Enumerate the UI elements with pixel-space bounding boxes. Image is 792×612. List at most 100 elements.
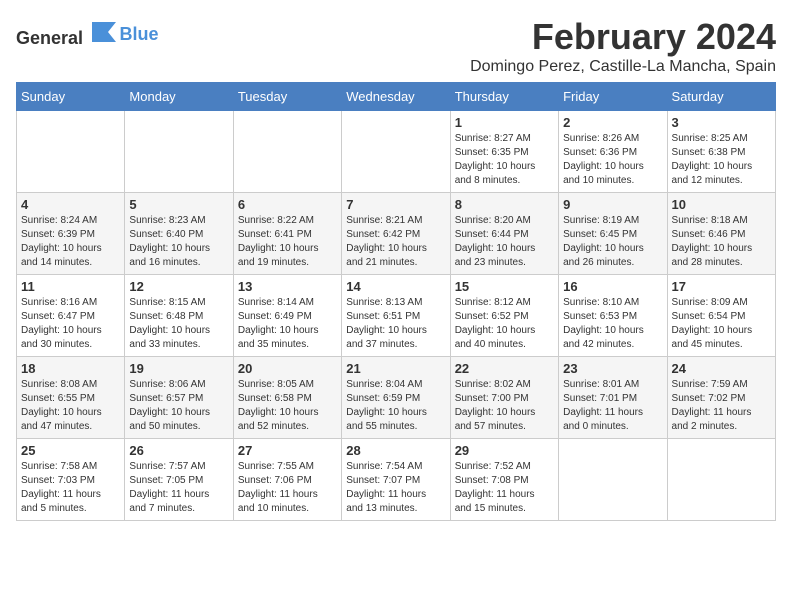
calendar-cell: 4 Sunrise: 8:24 AM Sunset: 6:39 PM Daylig… [17, 193, 125, 275]
day-number: 26 [129, 443, 228, 458]
week-row-4: 18 Sunrise: 8:08 AM Sunset: 6:55 PM Dayli… [17, 357, 776, 439]
calendar-cell [667, 439, 775, 521]
day-info: Sunrise: 8:19 AM Sunset: 6:45 PM Dayligh… [563, 214, 662, 270]
day-info: Sunrise: 7:55 AM Sunset: 7:06 PM Dayligh… [238, 460, 337, 516]
day-info: Sunrise: 8:09 AM Sunset: 6:54 PM Dayligh… [672, 296, 771, 352]
calendar-cell: 18 Sunrise: 8:08 AM Sunset: 6:55 PM Dayli… [17, 357, 125, 439]
calendar-cell: 27 Sunrise: 7:55 AM Sunset: 7:06 PM Dayli… [233, 439, 341, 521]
weekday-tuesday: Tuesday [233, 83, 341, 111]
logo: General Blue [16, 20, 159, 49]
calendar-cell: 13 Sunrise: 8:14 AM Sunset: 6:49 PM Dayli… [233, 275, 341, 357]
calendar-cell [125, 111, 233, 193]
calendar-cell: 14 Sunrise: 8:13 AM Sunset: 6:51 PM Dayli… [342, 275, 450, 357]
calendar-cell [559, 439, 667, 521]
calendar-cell [233, 111, 341, 193]
day-number: 13 [238, 279, 337, 294]
day-number: 10 [672, 197, 771, 212]
day-number: 18 [21, 361, 120, 376]
day-info: Sunrise: 8:12 AM Sunset: 6:52 PM Dayligh… [455, 296, 554, 352]
week-row-5: 25 Sunrise: 7:58 AM Sunset: 7:03 PM Dayli… [17, 439, 776, 521]
weekday-thursday: Thursday [450, 83, 558, 111]
calendar-cell: 11 Sunrise: 8:16 AM Sunset: 6:47 PM Dayli… [17, 275, 125, 357]
day-number: 15 [455, 279, 554, 294]
day-number: 5 [129, 197, 228, 212]
day-info: Sunrise: 8:01 AM Sunset: 7:01 PM Dayligh… [563, 378, 662, 434]
calendar-cell: 22 Sunrise: 8:02 AM Sunset: 7:00 PM Dayli… [450, 357, 558, 439]
week-row-1: 1Sunrise: 8:27 AM Sunset: 6:35 PM Daylig… [17, 111, 776, 193]
day-number: 11 [21, 279, 120, 294]
calendar-cell: 5 Sunrise: 8:23 AM Sunset: 6:40 PM Daylig… [125, 193, 233, 275]
day-info: Sunrise: 8:04 AM Sunset: 6:59 PM Dayligh… [346, 378, 445, 434]
day-info: Sunrise: 8:25 AM Sunset: 6:38 PM Dayligh… [672, 132, 771, 188]
calendar-cell: 7 Sunrise: 8:21 AM Sunset: 6:42 PM Daylig… [342, 193, 450, 275]
day-number: 22 [455, 361, 554, 376]
day-info: Sunrise: 7:57 AM Sunset: 7:05 PM Dayligh… [129, 460, 228, 516]
calendar-cell: 16Sunrise: 8:10 AM Sunset: 6:53 PM Dayli… [559, 275, 667, 357]
calendar-cell [342, 111, 450, 193]
day-info: Sunrise: 8:23 AM Sunset: 6:40 PM Dayligh… [129, 214, 228, 270]
calendar-cell: 28 Sunrise: 7:54 AM Sunset: 7:07 PM Dayli… [342, 439, 450, 521]
logo-flag-icon [90, 20, 118, 44]
calendar-cell: 10 Sunrise: 8:18 AM Sunset: 6:46 PM Dayli… [667, 193, 775, 275]
weekday-sunday: Sunday [17, 83, 125, 111]
day-info: Sunrise: 7:59 AM Sunset: 7:02 PM Dayligh… [672, 378, 771, 434]
day-number: 14 [346, 279, 445, 294]
day-number: 3 [672, 115, 771, 130]
calendar-cell: 17Sunrise: 8:09 AM Sunset: 6:54 PM Dayli… [667, 275, 775, 357]
week-row-2: 4 Sunrise: 8:24 AM Sunset: 6:39 PM Daylig… [17, 193, 776, 275]
calendar-cell: 25 Sunrise: 7:58 AM Sunset: 7:03 PM Dayli… [17, 439, 125, 521]
calendar-cell: 29 Sunrise: 7:52 AM Sunset: 7:08 PM Dayli… [450, 439, 558, 521]
calendar-cell: 15 Sunrise: 8:12 AM Sunset: 6:52 PM Dayli… [450, 275, 558, 357]
day-info: Sunrise: 8:13 AM Sunset: 6:51 PM Dayligh… [346, 296, 445, 352]
day-info: Sunrise: 8:14 AM Sunset: 6:49 PM Dayligh… [238, 296, 337, 352]
calendar-table: SundayMondayTuesdayWednesdayThursdayFrid… [16, 82, 776, 521]
weekday-friday: Friday [559, 83, 667, 111]
day-info: Sunrise: 8:21 AM Sunset: 6:42 PM Dayligh… [346, 214, 445, 270]
week-row-3: 11 Sunrise: 8:16 AM Sunset: 6:47 PM Dayli… [17, 275, 776, 357]
day-info: Sunrise: 8:27 AM Sunset: 6:35 PM Dayligh… [455, 132, 554, 188]
day-number: 6 [238, 197, 337, 212]
day-info: Sunrise: 8:15 AM Sunset: 6:48 PM Dayligh… [129, 296, 228, 352]
day-number: 20 [238, 361, 337, 376]
day-info: Sunrise: 8:05 AM Sunset: 6:58 PM Dayligh… [238, 378, 337, 434]
day-number: 12 [129, 279, 228, 294]
calendar-cell [17, 111, 125, 193]
day-info: Sunrise: 8:22 AM Sunset: 6:41 PM Dayligh… [238, 214, 337, 270]
day-number: 23 [563, 361, 662, 376]
day-number: 8 [455, 197, 554, 212]
day-number: 16 [563, 279, 662, 294]
weekday-header-row: SundayMondayTuesdayWednesdayThursdayFrid… [17, 83, 776, 111]
day-number: 4 [21, 197, 120, 212]
calendar-cell: 8Sunrise: 8:20 AM Sunset: 6:44 PM Daylig… [450, 193, 558, 275]
day-number: 24 [672, 361, 771, 376]
day-info: Sunrise: 7:52 AM Sunset: 7:08 PM Dayligh… [455, 460, 554, 516]
day-number: 21 [346, 361, 445, 376]
weekday-monday: Monday [125, 83, 233, 111]
day-info: Sunrise: 7:58 AM Sunset: 7:03 PM Dayligh… [21, 460, 120, 516]
day-info: Sunrise: 8:16 AM Sunset: 6:47 PM Dayligh… [21, 296, 120, 352]
day-info: Sunrise: 8:08 AM Sunset: 6:55 PM Dayligh… [21, 378, 120, 434]
day-info: Sunrise: 8:02 AM Sunset: 7:00 PM Dayligh… [455, 378, 554, 434]
day-info: Sunrise: 8:18 AM Sunset: 6:46 PM Dayligh… [672, 214, 771, 270]
calendar-cell: 6 Sunrise: 8:22 AM Sunset: 6:41 PM Daylig… [233, 193, 341, 275]
day-number: 27 [238, 443, 337, 458]
day-number: 28 [346, 443, 445, 458]
day-info: Sunrise: 8:26 AM Sunset: 6:36 PM Dayligh… [563, 132, 662, 188]
calendar-cell: 26 Sunrise: 7:57 AM Sunset: 7:05 PM Dayli… [125, 439, 233, 521]
day-number: 25 [21, 443, 120, 458]
day-number: 29 [455, 443, 554, 458]
logo-blue: Blue [120, 24, 159, 45]
day-number: 9 [563, 197, 662, 212]
calendar-cell: 24 Sunrise: 7:59 AM Sunset: 7:02 PM Dayli… [667, 357, 775, 439]
weekday-saturday: Saturday [667, 83, 775, 111]
calendar-cell: 21 Sunrise: 8:04 AM Sunset: 6:59 PM Dayli… [342, 357, 450, 439]
calendar-cell: 2 Sunrise: 8:26 AM Sunset: 6:36 PM Daylig… [559, 111, 667, 193]
page-header: General Blue February 2024 Domingo Perez… [16, 16, 776, 76]
day-info: Sunrise: 8:24 AM Sunset: 6:39 PM Dayligh… [21, 214, 120, 270]
day-number: 2 [563, 115, 662, 130]
calendar-cell: 19Sunrise: 8:06 AM Sunset: 6:57 PM Dayli… [125, 357, 233, 439]
calendar-cell: 23 Sunrise: 8:01 AM Sunset: 7:01 PM Dayli… [559, 357, 667, 439]
day-number: 7 [346, 197, 445, 212]
day-info: Sunrise: 7:54 AM Sunset: 7:07 PM Dayligh… [346, 460, 445, 516]
calendar-cell: 12 Sunrise: 8:15 AM Sunset: 6:48 PM Dayli… [125, 275, 233, 357]
